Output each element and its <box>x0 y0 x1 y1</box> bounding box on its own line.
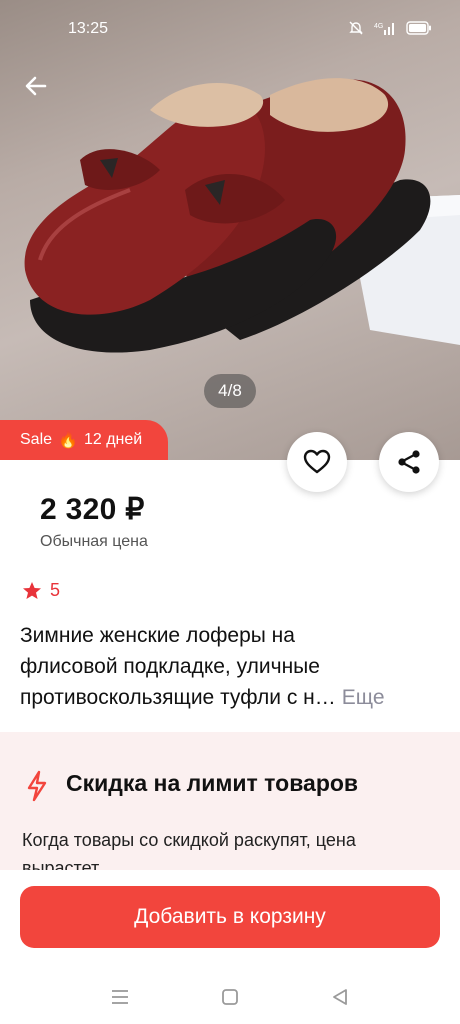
title-line: флисовой подкладке, уличные <box>20 655 320 678</box>
title-line: Зимние женские лоферы на <box>20 624 295 647</box>
fire-icon: 🔥 <box>58 432 78 449</box>
sale-badge: Sale 🔥 12 дней <box>0 420 168 460</box>
nav-back-button[interactable] <box>326 984 354 1010</box>
title-line-text: противоскользящие туфли с н… <box>20 686 336 709</box>
add-to-cart-button[interactable]: Добавить в корзину <box>20 886 440 948</box>
discount-title: Скидка на лимит товаров <box>66 770 359 796</box>
sale-badge-label: Sale <box>20 431 53 448</box>
bell-muted-icon <box>349 21 363 35</box>
heart-icon <box>303 449 331 474</box>
product-rating[interactable]: 5 <box>22 580 60 601</box>
favorite-button[interactable] <box>287 432 347 492</box>
product-title: Зимние женские лоферы на флисовой подкла… <box>20 620 430 713</box>
nav-menu-button[interactable] <box>106 984 134 1010</box>
system-navigation-bar <box>0 970 460 1024</box>
title-line: противоскользящие туфли с н… Еще <box>20 682 430 713</box>
price-caption: Обычная цена <box>40 533 148 550</box>
lightning-icon <box>27 770 47 802</box>
star-icon <box>23 581 41 599</box>
discount-block: Скидка на лимит товаров Когда товары со … <box>0 732 460 878</box>
share-icon <box>398 450 420 474</box>
product-image-gallery[interactable]: 4/8 <box>0 0 460 460</box>
nav-home-button[interactable] <box>216 984 244 1010</box>
gallery-page-indicator: 4/8 <box>204 374 256 408</box>
share-button[interactable] <box>379 432 439 492</box>
bottom-action-bar: Добавить в корзину <box>0 870 460 1024</box>
product-price: 2 320 ₽ <box>40 493 145 526</box>
rating-value: 5 <box>50 580 61 600</box>
more-link[interactable]: Еще <box>342 686 385 709</box>
status-bar: 13:25 4G <box>0 0 460 60</box>
sale-badge-days: 12 дней <box>83 431 143 448</box>
back-triangle-icon <box>333 989 347 1005</box>
arrow-left-icon <box>25 76 47 96</box>
menu-icon <box>112 990 128 1004</box>
svg-text:4G: 4G <box>374 23 383 30</box>
back-button[interactable] <box>18 68 54 104</box>
home-square-icon <box>222 989 238 1005</box>
status-time: 13:25 <box>68 20 109 37</box>
status-icons: 4G <box>348 20 432 36</box>
signal-icon: 4G <box>374 23 394 35</box>
battery-icon <box>406 21 431 35</box>
